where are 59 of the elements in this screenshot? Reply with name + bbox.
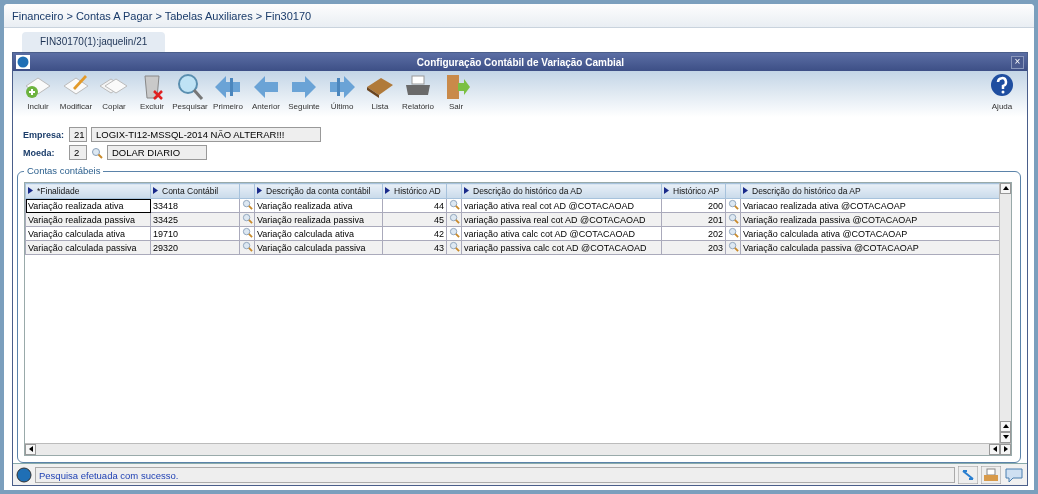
caret-icon xyxy=(664,187,669,194)
chat-icon[interactable] xyxy=(1004,465,1024,484)
toolbar-button[interactable]: Primeiro xyxy=(209,73,247,111)
column-header[interactable]: *Finalidade xyxy=(25,183,151,199)
toolbar-button[interactable]: Relatório xyxy=(399,73,437,111)
toolbar-button[interactable]: Sair xyxy=(437,73,475,111)
toolbar-button[interactable]: Anterior xyxy=(247,73,285,111)
breadcrumb[interactable]: Financeiro > Contas A Pagar > Tabelas Auxiliares > Fin30170 xyxy=(4,4,1034,28)
caret-icon xyxy=(385,187,390,194)
scroll-right-button[interactable] xyxy=(1000,444,1011,455)
caret-icon xyxy=(464,187,469,194)
scroll-left-button[interactable] xyxy=(25,444,36,455)
code-field[interactable]: 21 xyxy=(69,127,87,142)
caret-icon xyxy=(28,187,33,194)
scroll-up-button[interactable] xyxy=(1000,183,1011,194)
column-header[interactable]: Conta Contábil xyxy=(150,183,240,199)
down-arrow-icon xyxy=(1001,433,1010,441)
last-icon xyxy=(327,73,357,101)
toolbar-button[interactable]: Copiar xyxy=(95,73,133,111)
caret-icon xyxy=(257,187,262,194)
forward-arrow-icon xyxy=(289,73,319,101)
toolbar-button[interactable]: Incluir xyxy=(19,73,57,111)
app-logo-icon xyxy=(16,55,30,69)
window-title: Configuração Contábil de Variação Cambial xyxy=(415,56,626,68)
column-header[interactable]: Descrição do histórico da AP xyxy=(740,183,999,199)
column-header[interactable]: Histórico AP xyxy=(661,183,726,199)
code-field[interactable]: 2 xyxy=(69,145,87,160)
up-arrow-icon xyxy=(1001,422,1010,430)
column-header[interactable]: Histórico AD xyxy=(382,183,447,199)
search-icon[interactable] xyxy=(91,146,103,159)
toolbar-button[interactable]: Excluir xyxy=(133,73,171,111)
toolbar-button[interactable]: Lista xyxy=(361,73,399,111)
up-arrow-icon xyxy=(1001,184,1010,192)
status-message: Pesquisa efetuada com sucesso. xyxy=(35,466,955,483)
toolbar-button[interactable]: Seguinte xyxy=(285,73,323,111)
caret-icon xyxy=(743,187,748,194)
caret-icon xyxy=(153,187,158,194)
field-label: Empresa: xyxy=(23,129,65,140)
toolbar-button[interactable]: Pesquisar xyxy=(171,73,209,111)
horizontal-scrollbar[interactable] xyxy=(25,443,1011,455)
tab[interactable]: FIN30170(1):jaquelin/21 xyxy=(22,32,166,52)
help-button[interactable]: Ajuda xyxy=(983,73,1021,111)
toolbar-button[interactable]: Modificar xyxy=(57,73,95,111)
group-title: Contas contábeis xyxy=(24,165,104,176)
vertical-scrollbar[interactable] xyxy=(999,183,1011,443)
column-header[interactable]: Descrição da conta contábil xyxy=(254,183,383,199)
scroll-down-button[interactable] xyxy=(1000,432,1011,443)
name-field: LOGIX-TI12-MSSQL-2014 NÃO ALTERAR!!! xyxy=(91,127,321,142)
search-icon xyxy=(175,73,205,101)
field-label: Moeda: xyxy=(23,147,56,158)
column-header[interactable]: Descrição do histórico da AD xyxy=(461,183,662,199)
scroll-left-button[interactable] xyxy=(989,444,1000,455)
resize-icon[interactable] xyxy=(958,465,978,484)
toolbar-button[interactable]: Último xyxy=(323,73,361,111)
close-button[interactable]: × xyxy=(1011,55,1024,69)
right-arrow-icon xyxy=(1001,445,1010,453)
printer-icon[interactable] xyxy=(981,465,1001,484)
scroll-up-button[interactable] xyxy=(1000,421,1011,432)
name-field: DOLAR DIARIO xyxy=(107,145,207,160)
